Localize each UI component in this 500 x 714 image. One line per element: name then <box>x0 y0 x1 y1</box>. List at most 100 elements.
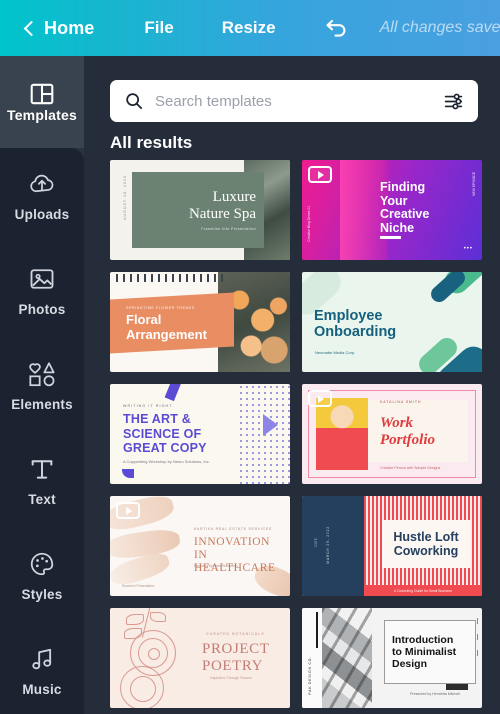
template-kicker: SPRINGTIME FLOWER TRENDS <box>126 306 195 310</box>
template-card[interactable]: KARTIKA REAL ESTATE SERVICES INNOVATION … <box>110 496 290 596</box>
model-photo <box>316 398 368 470</box>
template-title-line3: Creative <box>380 207 430 221</box>
template-title-line2: Your <box>380 193 408 208</box>
template-card[interactable]: SPRINGTIME FLOWER TRENDS Floral Arrangem… <box>110 272 290 372</box>
template-title-line1: Floral <box>126 312 162 327</box>
text-icon <box>31 459 53 479</box>
sliders-filter-icon[interactable] <box>443 91 464 112</box>
home-button-label: Home <box>44 17 95 38</box>
save-status-text: All changes saved <box>379 19 500 36</box>
template-kicker: CURATED BOTANICALS <box>206 632 265 636</box>
decor-shape <box>263 414 278 436</box>
template-title-line1: Employee <box>314 308 383 324</box>
shapes-icon <box>29 361 55 386</box>
sidebar-item-music[interactable]: Music <box>0 623 84 714</box>
undo-icon <box>326 19 345 37</box>
undo-button[interactable] <box>324 17 350 39</box>
decor-bar <box>316 612 318 648</box>
template-title-line3: GREAT COPY <box>123 441 207 455</box>
template-footnote: Research Presentation <box>122 584 155 588</box>
template-title-line1: Hustle Loft <box>393 530 459 544</box>
template-card[interactable]: AUGUST 18, 2020 Luxure Nature Spa Franch… <box>110 160 290 260</box>
template-title-line2: Portfolio <box>380 432 435 448</box>
decor-leaf <box>150 612 166 622</box>
template-title-line3: Design <box>392 658 428 670</box>
template-card[interactable]: Employee Onboarding Neomatte Media Corp. <box>302 272 482 372</box>
upload-cloud-icon <box>30 174 54 192</box>
sidebar-label-text: Text <box>28 491 56 507</box>
template-card[interactable]: DATE MARCH 29, 2022 Hustle Loft Coworkin… <box>302 496 482 596</box>
template-title-line2: SCIENCE OF <box>123 426 202 441</box>
search-bar[interactable] <box>110 80 478 122</box>
architecture-photo-overlay <box>322 608 372 708</box>
template-title: THE ART & SCIENCE OF GREAT COPY <box>123 412 207 456</box>
template-date-label: AUGUST 18, 2020 <box>123 175 127 220</box>
template-title: Work Portfolio <box>380 415 435 449</box>
template-card[interactable]: PAK DESIGN CO. Introduction to Minimalis… <box>302 608 482 708</box>
template-title-line1: Finding <box>380 180 426 194</box>
sidebar-label-elements: Elements <box>11 396 73 412</box>
template-title-line1: Introduction <box>392 634 454 646</box>
template-brand: PAK DESIGN CO. <box>308 656 312 695</box>
video-badge-icon <box>308 166 332 183</box>
results-heading: All results <box>110 133 193 152</box>
chevron-left-icon <box>23 20 40 36</box>
decor-flower <box>130 676 156 702</box>
decor-ticks <box>477 618 478 662</box>
template-title: Hustle Loft Coworking <box>382 530 470 558</box>
decor-shape <box>164 384 182 402</box>
template-card[interactable]: CURATED BOTANICALS PROJECT POETRY Inspir… <box>110 608 290 708</box>
video-badge-icon <box>116 502 140 519</box>
template-title-line2: Coworking <box>393 544 459 558</box>
template-subtitle: A Copywriting Workshop by Nemu Solutions… <box>123 459 210 464</box>
notebook-spiral <box>116 274 226 282</box>
file-menu-button[interactable]: File <box>144 18 173 38</box>
template-subtitle: Prepared by Anna Robertson <box>194 564 238 568</box>
video-badge-icon <box>308 390 332 407</box>
template-card[interactable]: Creative Blog Series 01 NEW EPISODE Find… <box>302 160 482 260</box>
search-icon <box>126 93 143 110</box>
search-input[interactable] <box>155 92 443 110</box>
template-card[interactable]: WRITING IT RIGHT THE ART & SCIENCE OF GR… <box>110 384 290 484</box>
sidebar-item-templates[interactable]: Templates <box>0 56 84 148</box>
template-side-right-text: NEW EPISODE <box>472 172 476 196</box>
template-footer: A Coworking Guide for Small Business <box>364 585 482 596</box>
sidebar-label-styles: Styles <box>21 586 63 602</box>
template-subtitle: Creative Person with Sample Designs <box>380 466 441 470</box>
template-dots: ••• <box>463 246 473 252</box>
template-kicker: KARTIKA REAL ESTATE SERVICES <box>194 527 272 531</box>
home-button[interactable]: Home <box>23 17 95 39</box>
template-title-line2: Arrangement <box>126 326 207 342</box>
decor-shape <box>122 469 134 478</box>
left-strip <box>302 608 322 708</box>
sidebar-item-photos[interactable]: Photos <box>0 243 84 338</box>
template-title-line1: Work <box>380 415 414 431</box>
canva-editor-window: Home File Resize All changes saved Templ… <box>0 0 500 714</box>
template-title-line1: PROJECT <box>202 641 270 657</box>
template-results-grid: AUGUST 18, 2020 Luxure Nature Spa Franch… <box>110 160 482 708</box>
templates-panel: All results AUGUST 18, 2020 Luxure Natur… <box>84 56 500 714</box>
sidebar-label-uploads: Uploads <box>14 206 70 222</box>
template-title-line2: POETRY <box>202 657 264 674</box>
template-subtitle: Presented by Henrietta Mitchell <box>410 692 460 696</box>
palette-icon <box>30 552 54 575</box>
template-subtitle: Franchise Info Presentation <box>201 227 256 231</box>
resize-button[interactable]: Resize <box>222 18 276 38</box>
template-date-label: MARCH 29, 2022 <box>326 526 330 564</box>
decor-leaf <box>126 614 144 625</box>
template-title: Floral Arrangement <box>126 312 207 342</box>
sidebar-item-uploads[interactable]: Uploads <box>0 148 84 243</box>
template-subtitle: Neomatte Media Corp. <box>315 350 356 355</box>
sidebar-item-elements[interactable]: Elements <box>0 338 84 433</box>
template-title-line2: Nature Spa <box>188 206 256 222</box>
template-title-line1: Luxure <box>212 189 256 205</box>
sidebar-item-text[interactable]: Text <box>0 433 84 528</box>
template-title: PROJECT POETRY <box>202 641 270 674</box>
sidebar-item-styles[interactable]: Styles <box>0 528 84 623</box>
template-card[interactable]: KATALINA SMITH Work Portfolio Creative P… <box>302 384 482 484</box>
decor-flower <box>148 648 160 660</box>
top-header-bar: Home File Resize All changes saved <box>0 0 500 56</box>
template-subtitle: Inspiration Through Flowers <box>210 676 252 680</box>
template-title: Introduction to Minimalist Design <box>392 634 456 670</box>
template-kicker: KATALINA SMITH <box>380 400 422 404</box>
